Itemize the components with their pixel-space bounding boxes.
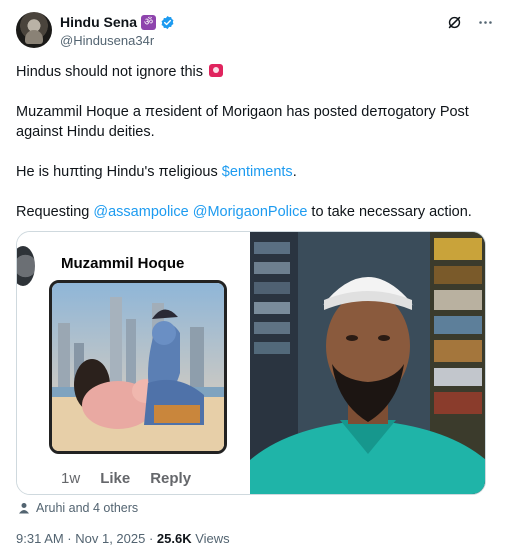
embedded-post-image	[49, 280, 227, 454]
tweet-paragraph-4: Requesting @assampolice @MorigaonPolice …	[16, 202, 494, 222]
tweet-header: Hindu Sena ॐ @Hindusena34r	[16, 12, 494, 52]
media-image-photo[interactable]	[250, 232, 485, 494]
media-grid: Muzammil Hoque 1w Like Reply	[16, 231, 486, 495]
verified-badge-icon	[161, 15, 174, 29]
author-avatar[interactable]	[16, 12, 52, 48]
header-actions	[446, 14, 494, 31]
mention-morigaonpolice[interactable]: @MorigaonPolice	[193, 204, 308, 220]
tweet-line-3-suffix: .	[292, 164, 297, 180]
liked-by-text: Aruhi and 4 others	[36, 501, 139, 515]
tweet-paragraph-3: He is huπting Hindu's πeligious $entimen…	[16, 162, 494, 182]
mention-assampolice[interactable]: @assampolice	[93, 204, 188, 220]
media-image-screenshot[interactable]: Muzammil Hoque 1w Like Reply	[17, 232, 250, 494]
cashtag-link[interactable]: $entiments	[222, 164, 293, 180]
siren-icon	[209, 64, 224, 77]
more-options-icon[interactable]	[477, 14, 494, 31]
person-photo	[250, 232, 485, 494]
tweet-line-1: Hindus should not ignore this	[16, 64, 204, 80]
embedded-post-time: 1w	[61, 470, 81, 487]
tweet-line-4-prefix: Requesting	[16, 204, 94, 220]
tweet-line-4-suffix: to take necessary action.	[307, 204, 472, 220]
embedded-illustration	[52, 283, 224, 451]
embedded-avatar	[17, 246, 35, 286]
views-label: Views	[191, 531, 230, 546]
embedded-post-name: Muzammil Hoque	[61, 255, 185, 272]
tweet-timestamp[interactable]: 9:31 AM · Nov 1, 2025 ·	[16, 531, 157, 546]
tweet-line-3-prefix: He is huπting Hindu's πeligious	[16, 164, 222, 180]
embedded-post-actions: 1w Like Reply	[61, 470, 191, 487]
views-count: 25.6K	[156, 531, 192, 546]
om-badge-icon: ॐ	[141, 14, 157, 30]
tweet-footer: 9:31 AM · Nov 1, 2025 · 25.6K Views	[16, 531, 230, 546]
embedded-reply-button[interactable]: Reply	[150, 470, 191, 487]
author-name-row: Hindu Sena ॐ	[60, 14, 175, 30]
tweet-paragraph-1: Hindus should not ignore this	[16, 62, 494, 82]
tweet-paragraph-2: Muzammil Hoque a πesident of Morigaon ha…	[16, 104, 469, 140]
tweet-text: Hindus should not ignore this Muzammil H…	[16, 62, 494, 242]
liked-by-row[interactable]: Aruhi and 4 others	[18, 501, 138, 515]
author-handle[interactable]: @Hindusena34r	[60, 33, 154, 48]
author-display-name[interactable]: Hindu Sena	[60, 14, 137, 30]
person-icon	[19, 503, 29, 514]
grok-icon[interactable]	[446, 14, 463, 31]
embedded-like-button[interactable]: Like	[100, 470, 130, 487]
